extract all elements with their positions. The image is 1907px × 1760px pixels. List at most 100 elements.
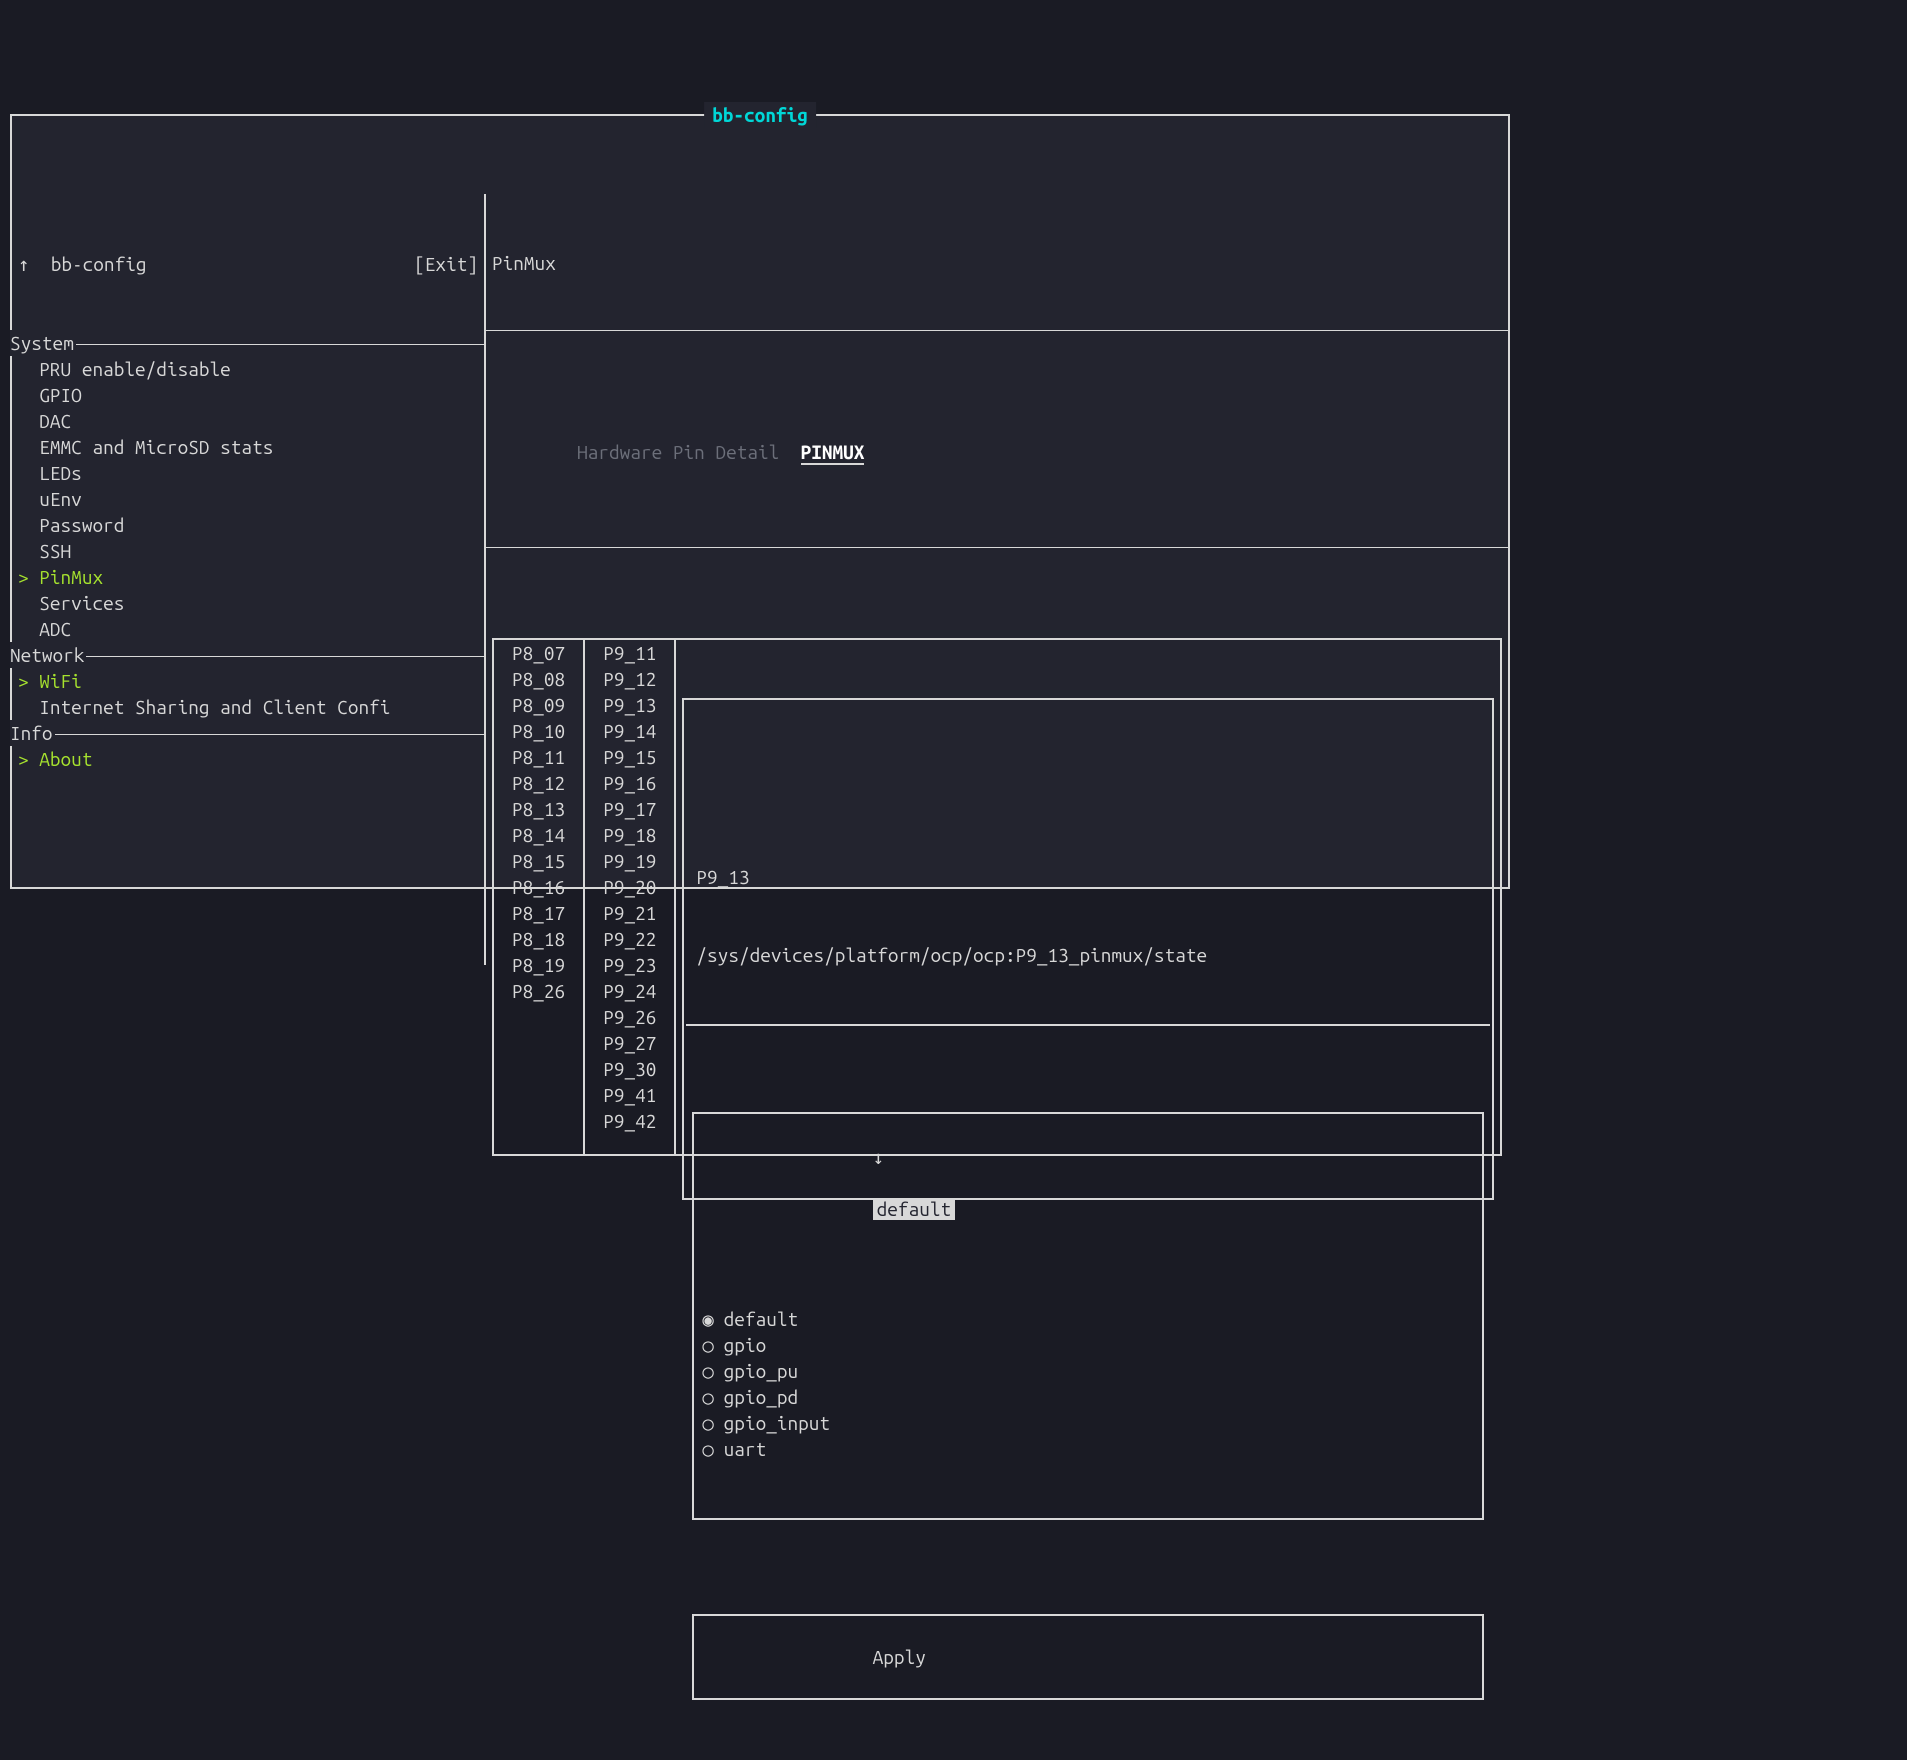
sidebar-item-label: GPIO [39, 384, 82, 406]
state-option-gpio[interactable]: ○ gpio [702, 1332, 1474, 1358]
pin-p8_14[interactable]: P8_14 [512, 822, 565, 848]
radio-unchecked-icon: ○ [702, 1358, 723, 1384]
tab-bar: Hardware Pin Detail PINMUX [486, 409, 1508, 495]
pin-p8_12[interactable]: P8_12 [512, 770, 565, 796]
pin-p8_11[interactable]: P8_11 [512, 744, 565, 770]
pin-p8_16[interactable]: P8_16 [512, 874, 565, 900]
pin-p9_17[interactable]: P9_17 [603, 796, 656, 822]
radio-unchecked-icon: ○ [702, 1436, 723, 1462]
radio-unchecked-icon: ○ [702, 1410, 723, 1436]
pin-p8_07[interactable]: P8_07 [512, 640, 565, 666]
section-header: Network [12, 642, 484, 668]
caret-icon [18, 694, 39, 720]
pin-p8_10[interactable]: P8_10 [512, 718, 565, 744]
sidebar-item-pru-enable-disable[interactable]: PRU enable/disable [12, 356, 484, 382]
state-option-gpio-pu[interactable]: ○ gpio_pu [702, 1358, 1474, 1384]
pin-p8_18[interactable]: P8_18 [512, 926, 565, 952]
caret-icon [18, 486, 39, 512]
pin-p8_17[interactable]: P8_17 [512, 900, 565, 926]
sidebar-item-leds[interactable]: LEDs [12, 460, 484, 486]
sidebar-item-ssh[interactable]: SSH [12, 538, 484, 564]
up-arrow-icon[interactable]: ↑ [18, 251, 29, 277]
caret-icon [18, 382, 39, 408]
pin-p9_24[interactable]: P9_24 [603, 978, 656, 1004]
caret-icon [18, 668, 39, 694]
pin-p9_26[interactable]: P9_26 [603, 1004, 656, 1030]
sidebar-item-label: About [39, 748, 92, 770]
pin-p9_12[interactable]: P9_12 [603, 666, 656, 692]
pin-column-p9[interactable]: P9_11P9_12P9_13P9_14P9_15P9_16P9_17P9_18… [585, 640, 676, 1154]
section-title: Network [10, 642, 86, 668]
state-option-label: gpio_pd [724, 1386, 798, 1408]
pin-p8_09[interactable]: P8_09 [512, 692, 565, 718]
pin-detail-box: P9_13 /sys/devices/platform/ocp/ocp:P9_1… [682, 698, 1494, 1200]
sidebar-title: bb-config [51, 251, 414, 277]
section-title: System [10, 330, 76, 356]
app-frame: bb-config ↑ bb-config [Exit] SystemPRU e… [10, 114, 1510, 889]
selected-pin-path: /sys/devices/platform/ocp/ocp:P9_13_pinm… [696, 942, 1480, 968]
sidebar-item-label: PRU enable/disable [39, 358, 231, 380]
sidebar-item-uenv[interactable]: uEnv [12, 486, 484, 512]
caret-icon [18, 434, 39, 460]
sidebar-item-label: SSH [39, 540, 71, 562]
exit-button[interactable]: [Exit] [414, 251, 478, 277]
state-option-label: gpio_pu [724, 1360, 798, 1382]
pin-p9_11[interactable]: P9_11 [603, 640, 656, 666]
pin-p9_18[interactable]: P9_18 [603, 822, 656, 848]
tab-hardware-pin-detail[interactable]: Hardware Pin Detail [577, 441, 779, 463]
sidebar-item-adc[interactable]: ADC [12, 616, 484, 642]
pin-p9_23[interactable]: P9_23 [603, 952, 656, 978]
state-selected-value: default [873, 1198, 955, 1220]
sidebar-item-pinmux[interactable]: PinMux [12, 564, 484, 590]
radio-unchecked-icon: ○ [702, 1384, 723, 1410]
state-option-label: gpio_input [724, 1412, 830, 1434]
pin-p9_30[interactable]: P9_30 [603, 1056, 656, 1082]
sidebar-item-services[interactable]: Services [12, 590, 484, 616]
tab-pinmux[interactable]: PINMUX [801, 441, 865, 465]
state-option-uart[interactable]: ○ uart [702, 1436, 1474, 1462]
pin-p8_19[interactable]: P8_19 [512, 952, 565, 978]
sidebar-item-about[interactable]: About [12, 746, 484, 772]
pin-p9_19[interactable]: P9_19 [603, 848, 656, 874]
sidebar-item-label: Password [39, 514, 124, 536]
pin-p9_15[interactable]: P9_15 [603, 744, 656, 770]
sidebar-item-wifi[interactable]: WiFi [12, 668, 484, 694]
caret-icon [18, 460, 39, 486]
sidebar-item-emmc-and-microsd-stats[interactable]: EMMC and MicroSD stats [12, 434, 484, 460]
sidebar-item-label: PinMux [39, 566, 103, 588]
sidebar-item-dac[interactable]: DAC [12, 408, 484, 434]
pin-p8_08[interactable]: P8_08 [512, 666, 565, 692]
sidebar-item-gpio[interactable]: GPIO [12, 382, 484, 408]
main-columns: ↑ bb-config [Exit] SystemPRU enable/disa… [12, 194, 1508, 965]
selected-pin-name: P9_13 [696, 864, 1480, 890]
pin-p8_15[interactable]: P8_15 [512, 848, 565, 874]
pin-p9_27[interactable]: P9_27 [603, 1030, 656, 1056]
caret-icon [18, 616, 39, 642]
pin-p9_16[interactable]: P9_16 [603, 770, 656, 796]
pin-p9_42[interactable]: P9_42 [603, 1108, 656, 1134]
pin-p9_14[interactable]: P9_14 [603, 718, 656, 744]
state-option-gpio-input[interactable]: ○ gpio_input [702, 1410, 1474, 1436]
apply-button[interactable]: Apply [692, 1614, 1484, 1700]
pin-p9_22[interactable]: P9_22 [603, 926, 656, 952]
sidebar-item-label: DAC [39, 410, 71, 432]
sidebar-item-password[interactable]: Password [12, 512, 484, 538]
caret-icon [18, 356, 39, 382]
sidebar-item-internet-sharing-and-client-confi[interactable]: Internet Sharing and Client Confi [12, 694, 484, 720]
content-pane: PinMux Hardware Pin Detail PINMUX P8_07P… [486, 194, 1508, 965]
pin-column-p8[interactable]: P8_07P8_08P8_09P8_10P8_11P8_12P8_13P8_14… [494, 640, 585, 1154]
pin-p8_13[interactable]: P8_13 [512, 796, 565, 822]
pin-p9_21[interactable]: P9_21 [603, 900, 656, 926]
pin-p9_41[interactable]: P9_41 [603, 1082, 656, 1108]
pin-p9_20[interactable]: P9_20 [603, 874, 656, 900]
pin-detail-header: P9_13 /sys/devices/platform/ocp/ocp:P9_1… [686, 808, 1490, 1026]
section-title: Info [10, 720, 55, 746]
state-option-default[interactable]: ◉ default [702, 1306, 1474, 1332]
state-option-gpio-pd[interactable]: ○ gpio_pd [702, 1384, 1474, 1410]
pin-p9_13[interactable]: P9_13 [603, 692, 656, 718]
state-option-label: gpio [724, 1334, 767, 1356]
caret-icon [18, 590, 39, 616]
state-selector[interactable]: ↓ default ◉ default○ gpio○ gpio_pu○ gpio… [692, 1112, 1484, 1520]
state-option-label: uart [724, 1438, 767, 1460]
pin-p8_26[interactable]: P8_26 [512, 978, 565, 1004]
